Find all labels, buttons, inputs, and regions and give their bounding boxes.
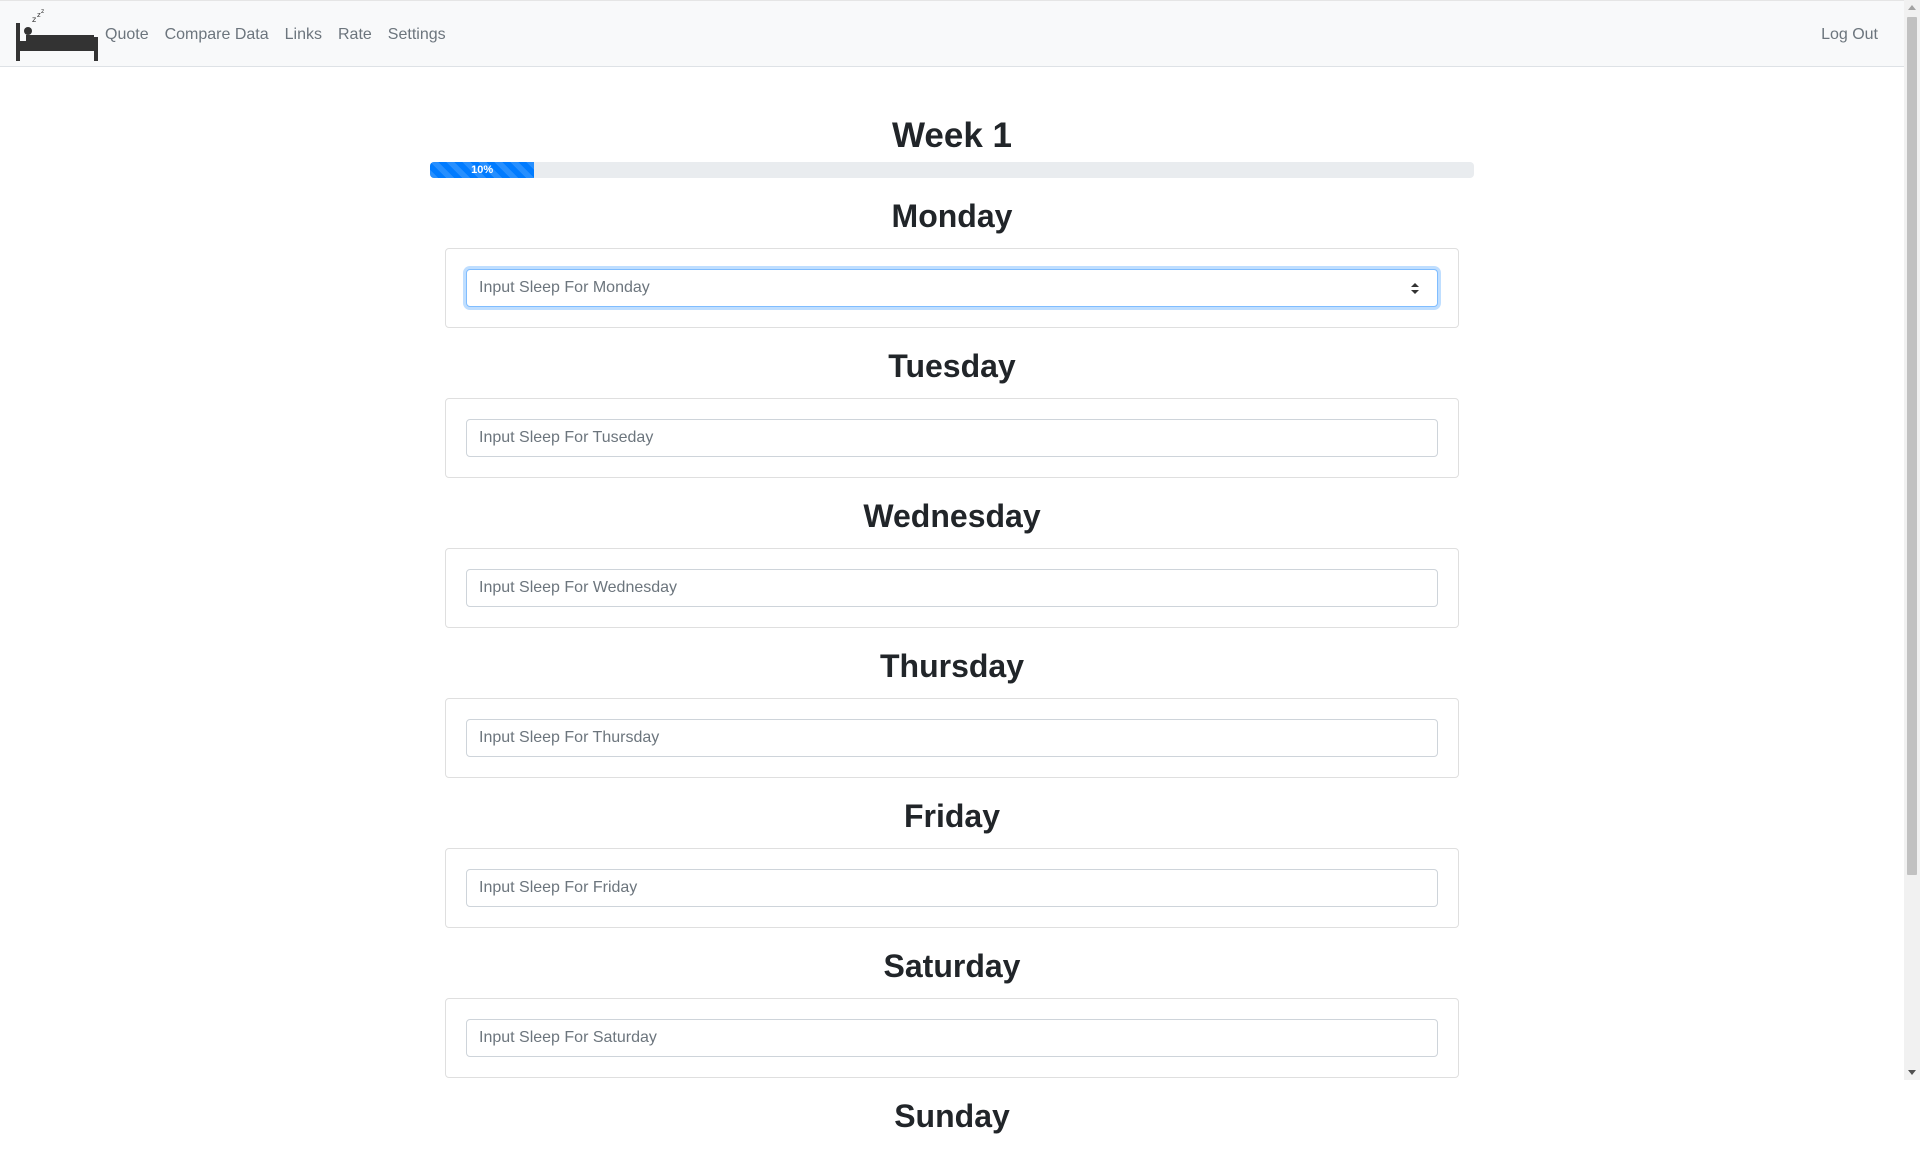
day-block-friday: Friday bbox=[430, 778, 1474, 928]
sleep-input-wednesday[interactable] bbox=[466, 569, 1438, 607]
progress-track: 10% bbox=[430, 162, 1474, 178]
scrollbar-thumb[interactable] bbox=[1907, 17, 1917, 875]
nav-link-rate[interactable]: Rate bbox=[338, 26, 372, 44]
sleep-input-monday[interactable] bbox=[466, 269, 1438, 307]
sleep-input-thursday[interactable] bbox=[466, 719, 1438, 757]
day-block-thursday: Thursday bbox=[430, 628, 1474, 778]
day-block-wednesday: Wednesday bbox=[430, 478, 1474, 628]
sleep-input-tuesday[interactable] bbox=[466, 419, 1438, 457]
day-title-saturday: Saturday bbox=[883, 948, 1021, 984]
nav-link-quote[interactable]: Quote bbox=[105, 26, 149, 44]
week-title: Week 1 bbox=[892, 116, 1012, 155]
sleep-input-saturday[interactable] bbox=[466, 1019, 1438, 1057]
navbar: z z z Quote Compare Data Links Rate Sett… bbox=[0, 0, 1904, 67]
logout-link[interactable]: Log Out bbox=[1821, 26, 1878, 44]
day-card-tuesday bbox=[445, 398, 1459, 478]
svg-text:z: z bbox=[41, 9, 44, 15]
day-block-monday: Monday bbox=[430, 178, 1474, 328]
day-card-friday bbox=[445, 848, 1459, 928]
scroll-up-icon[interactable] bbox=[1908, 5, 1916, 10]
svg-text:z: z bbox=[32, 15, 36, 24]
day-title-friday: Friday bbox=[903, 798, 1001, 834]
day-title-monday: Monday bbox=[891, 198, 1013, 234]
day-block-tuesday: Tuesday bbox=[430, 328, 1474, 478]
day-card-monday bbox=[445, 248, 1459, 328]
day-card-saturday bbox=[445, 998, 1459, 1078]
day-block-saturday: Saturday bbox=[430, 928, 1474, 1078]
nav-link-compare-data[interactable]: Compare Data bbox=[165, 26, 269, 44]
day-title-tuesday: Tuesday bbox=[888, 348, 1016, 384]
day-card-wednesday bbox=[445, 548, 1459, 628]
day-title-thursday: Thursday bbox=[879, 648, 1025, 684]
sleep-input-friday[interactable] bbox=[466, 869, 1438, 907]
day-title-sunday: Sunday bbox=[894, 1098, 1010, 1134]
scroll-down-icon[interactable] bbox=[1908, 1070, 1916, 1075]
day-title-wednesday: Wednesday bbox=[863, 498, 1041, 534]
nav-link-links[interactable]: Links bbox=[285, 26, 322, 44]
vertical-scrollbar[interactable] bbox=[1904, 0, 1920, 1080]
main-content: Week 1 10% Monday Tuesday Wednesday Thur… bbox=[430, 112, 1474, 1148]
day-block-sunday: Sunday bbox=[430, 1078, 1474, 1148]
number-spinner-icon[interactable] bbox=[1410, 281, 1420, 297]
bed-sleep-icon[interactable]: z z z bbox=[16, 9, 98, 61]
nav-right: Log Out bbox=[1821, 1, 1878, 68]
progress-bar: 10% bbox=[430, 162, 535, 178]
day-card-thursday bbox=[445, 698, 1459, 778]
nav-link-settings[interactable]: Settings bbox=[388, 26, 446, 44]
nav-links: Quote Compare Data Links Rate Settings bbox=[105, 1, 462, 68]
